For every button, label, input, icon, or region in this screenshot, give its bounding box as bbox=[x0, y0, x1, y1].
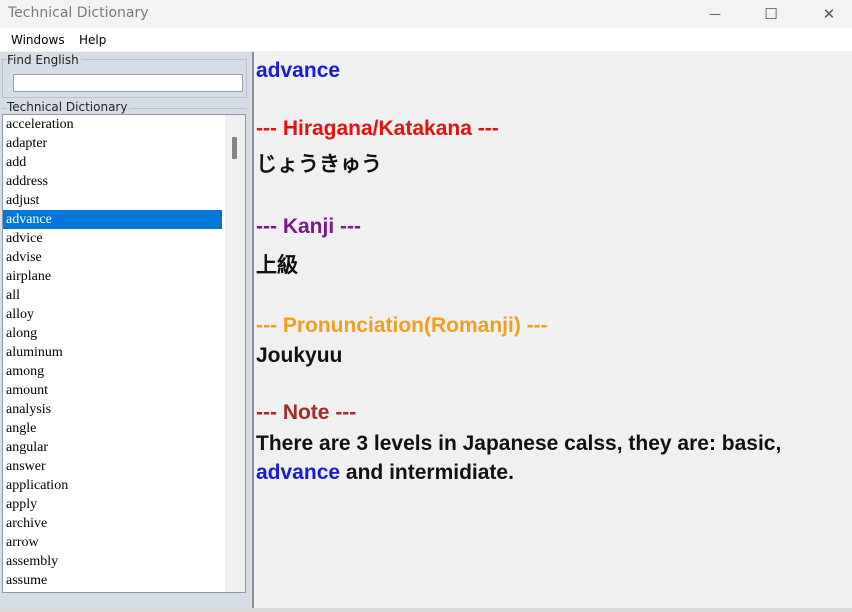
window-bottom-border bbox=[0, 608, 852, 612]
list-item[interactable]: advise bbox=[3, 248, 222, 267]
list-item[interactable]: answer bbox=[3, 457, 222, 476]
list-item[interactable]: assembly bbox=[3, 552, 222, 571]
list-item[interactable]: angular bbox=[3, 438, 222, 457]
list-item[interactable]: adapter bbox=[3, 134, 222, 153]
list-scrollbar[interactable] bbox=[225, 115, 245, 592]
list-item[interactable]: application bbox=[3, 476, 222, 495]
list-item[interactable]: address bbox=[3, 172, 222, 191]
list-item[interactable]: amount bbox=[3, 381, 222, 400]
hiragana-heading: --- Hiragana/Katakana --- bbox=[256, 117, 499, 140]
romanji-text: Joukyuu bbox=[256, 344, 343, 367]
list-item[interactable]: along bbox=[3, 324, 222, 343]
close-icon: ✕ bbox=[822, 5, 836, 23]
close-button[interactable]: ✕ bbox=[806, 0, 852, 28]
search-group-label: Find English bbox=[7, 53, 81, 67]
list-item[interactable]: alloy bbox=[3, 305, 222, 324]
list-item[interactable]: assume bbox=[3, 571, 222, 590]
search-input[interactable] bbox=[13, 74, 243, 92]
minimize-button[interactable]: — bbox=[692, 0, 738, 28]
note-highlight-link[interactable]: advance bbox=[256, 461, 340, 484]
entry-pane: advance --- Hiragana/Katakana --- じょうきゅう… bbox=[254, 52, 852, 608]
menu-bar: Windows Help bbox=[0, 28, 852, 51]
minimize-icon: — bbox=[709, 7, 721, 21]
note-text-before: There are 3 levels in Japanese calss, th… bbox=[256, 432, 782, 455]
list-item[interactable]: airplane bbox=[3, 267, 222, 286]
list-scrollbar-thumb[interactable] bbox=[232, 137, 237, 159]
entry-headword: advance bbox=[256, 59, 341, 82]
hiragana-text: じょうきゅう bbox=[256, 152, 382, 176]
menu-help[interactable]: Help bbox=[79, 33, 106, 47]
note-heading: --- Note --- bbox=[256, 401, 357, 424]
title-bar: Technical Dictionary — ☐ ✕ bbox=[0, 0, 852, 28]
word-list[interactable]: acceleration adapter add address adjust advan… bbox=[2, 114, 246, 593]
list-item[interactable]: archive bbox=[3, 514, 222, 533]
note-text: There are 3 levels in Japanese calss, th… bbox=[256, 429, 841, 487]
note-text-after: and intermidiate. bbox=[340, 461, 514, 484]
list-item[interactable]: adjust bbox=[3, 191, 222, 210]
list-item[interactable]: analysis bbox=[3, 400, 222, 419]
menu-windows[interactable]: Windows bbox=[11, 33, 65, 47]
list-item[interactable]: add bbox=[3, 153, 222, 172]
list-group-label: Technical Dictionary bbox=[7, 100, 130, 114]
kanji-heading: --- Kanji --- bbox=[256, 215, 361, 238]
maximize-button[interactable]: ☐ bbox=[748, 0, 794, 28]
list-item[interactable]: angle bbox=[3, 419, 222, 438]
romanji-heading: --- Pronunciation(Romanji) --- bbox=[256, 314, 548, 337]
word-list-items: acceleration adapter add address adjust advan… bbox=[3, 115, 245, 590]
list-item[interactable]: acceleration bbox=[3, 115, 222, 134]
maximize-icon: ☐ bbox=[764, 5, 778, 23]
list-item[interactable]: advance bbox=[3, 210, 222, 229]
list-item[interactable]: aluminum bbox=[3, 343, 222, 362]
list-item[interactable]: arrow bbox=[3, 533, 222, 552]
kanji-text: 上級 bbox=[256, 253, 298, 277]
list-item[interactable]: all bbox=[3, 286, 222, 305]
list-item[interactable]: among bbox=[3, 362, 222, 381]
left-pane: Find English Technical Dictionary accele… bbox=[0, 52, 252, 608]
list-item[interactable]: apply bbox=[3, 495, 222, 514]
window-title: Technical Dictionary bbox=[8, 5, 149, 21]
list-item[interactable]: advice bbox=[3, 229, 222, 248]
